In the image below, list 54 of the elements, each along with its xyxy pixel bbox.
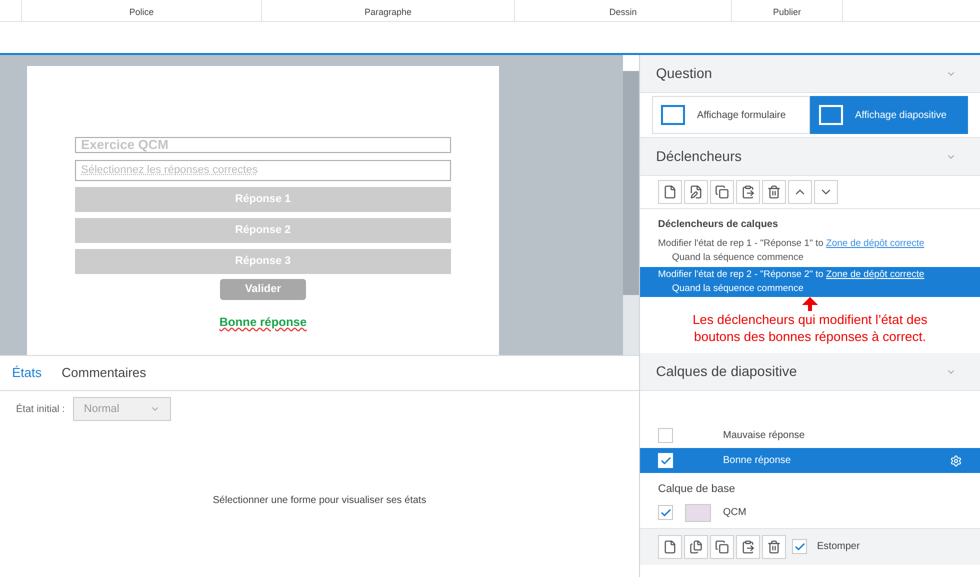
trash-icon[interactable] xyxy=(762,534,786,558)
layer-row[interactable]: Mauvaise réponse xyxy=(640,423,980,448)
trigger-row[interactable]: Modifier l'état de rep 2 - "Réponse 2" to Zone de dépôt correcte Quand la séquence commence xyxy=(640,266,980,297)
field-label: État initial : xyxy=(16,402,65,416)
check-icon xyxy=(660,454,672,466)
layer-name: Mauvaise réponse xyxy=(723,429,806,443)
view-toggle[interactable]: Affichage formulaire xyxy=(652,96,810,134)
new-icon[interactable] xyxy=(658,180,682,204)
ribbon-group-label: Paragraphe xyxy=(364,6,412,19)
arrow-icon xyxy=(802,297,818,311)
trigger-condition: Quand la séquence commence xyxy=(671,251,804,266)
trigger-action: Modifier l'état de rep 2 - "Réponse 2" to xyxy=(658,268,824,280)
checkbox[interactable] xyxy=(658,428,673,443)
edit-icon[interactable] xyxy=(684,180,708,204)
submit-button[interactable]: Valider xyxy=(220,279,306,300)
check-icon xyxy=(660,506,672,518)
panel-tab[interactable]: Commentaires xyxy=(62,363,146,383)
annotation-text: Les déclencheurs qui modifient l’état des boutons des bonnes réponses à correct. xyxy=(692,311,928,345)
section-title: Question xyxy=(656,64,712,83)
settings-icon[interactable] xyxy=(950,454,962,466)
section-title: Calques de diapositive xyxy=(656,362,797,381)
paste-icon[interactable] xyxy=(736,534,760,558)
checkbox[interactable] xyxy=(792,539,807,554)
check-icon xyxy=(794,540,806,552)
ribbon-group-label: Dessin xyxy=(609,6,637,18)
base-layer-title: Calque de base xyxy=(657,482,736,497)
trigger-link[interactable]: Zone de dépôt correcte xyxy=(826,268,924,280)
trigger-condition: Quand la séquence commence xyxy=(671,282,804,296)
layer-name: QCM xyxy=(723,506,746,520)
layer-thumbnail xyxy=(685,504,711,522)
trigger-link[interactable]: Zone de dépôt correcte xyxy=(826,238,924,249)
duplicate-icon[interactable] xyxy=(684,534,708,558)
move-down-icon[interactable] xyxy=(814,180,838,204)
trigger-action: Modifier l'état de rep 1 - "Réponse 1" to xyxy=(658,238,824,249)
trigger-row[interactable]: Modifier l'état de rep 1 - "Réponse 1" to Zone de dépôt correcte Quand la séquence commence xyxy=(640,236,980,266)
new-icon[interactable] xyxy=(658,534,682,558)
trash-icon[interactable] xyxy=(762,180,786,204)
feedback-text: Bonne réponse xyxy=(219,314,307,331)
state-dropdown[interactable]: Normal xyxy=(72,397,171,421)
checkbox-label: Estomper xyxy=(817,540,860,554)
ribbon-group-label: Publier xyxy=(772,6,801,18)
panel-tab[interactable]: États xyxy=(12,363,42,383)
scrollbar[interactable] xyxy=(623,55,639,355)
layer-name: Bonne réponse xyxy=(723,454,792,468)
section-title: Déclencheurs xyxy=(656,147,742,166)
layer-row[interactable]: Bonne réponse xyxy=(640,448,980,473)
paste-icon[interactable] xyxy=(736,180,760,204)
copy-icon[interactable] xyxy=(710,180,734,204)
trigger-group-title: Déclencheurs de calques xyxy=(657,218,780,232)
copy-icon[interactable] xyxy=(710,534,734,558)
ribbon-group-label: Police xyxy=(129,6,154,18)
empty-message: Sélectionner une forme pour visualiser ses états xyxy=(212,494,426,508)
view-toggle[interactable]: Affichage diapositive xyxy=(810,96,968,134)
checkbox[interactable] xyxy=(658,505,673,520)
